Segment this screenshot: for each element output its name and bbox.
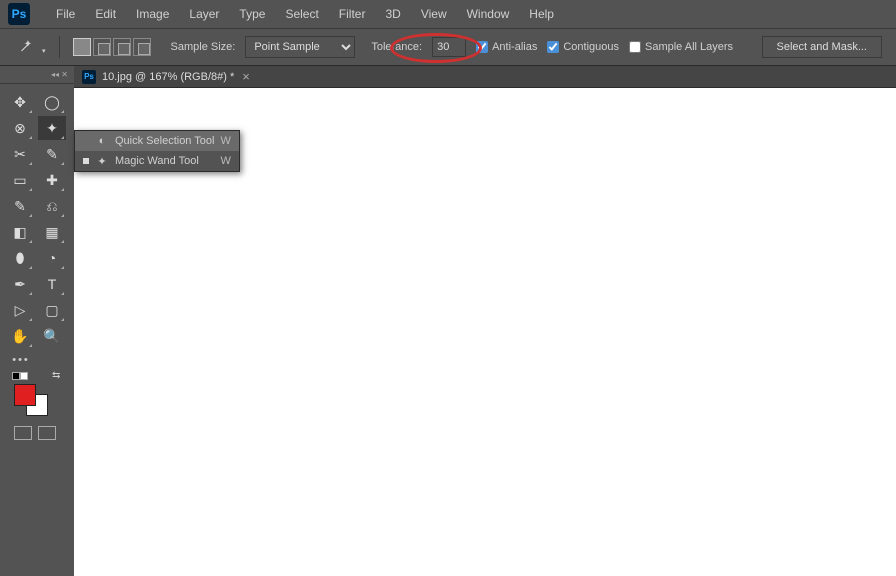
photoshop-file-icon: Ps [82, 70, 96, 84]
flyout-shortcut: W [220, 155, 230, 167]
hand-tool[interactable]: ✋ [6, 324, 34, 348]
type-tool[interactable]: T [38, 272, 66, 296]
menubar: Ps File Edit Image Layer Type Select Fil… [0, 0, 896, 28]
menu-select[interactable]: Select [275, 0, 328, 28]
tool-preset-dropdown[interactable]: ▾ [42, 47, 46, 55]
menu-edit[interactable]: Edit [85, 0, 126, 28]
document-title: 10.jpg @ 167% (RGB/8#) * [102, 71, 234, 83]
flyout-label: Quick Selection Tool [115, 135, 214, 147]
swap-colors-icon[interactable]: ⇆ [52, 370, 60, 381]
blur-tool[interactable]: ⬮ [6, 246, 34, 270]
dodge-tool[interactable]: ◔ [38, 246, 66, 270]
flyout-label: Magic Wand Tool [115, 155, 199, 167]
default-colors-icon[interactable] [12, 372, 20, 380]
panel-collapse[interactable]: ◂◂ ✕ [0, 66, 74, 84]
sample-size-select[interactable]: Point Sample [245, 36, 355, 58]
menu-image[interactable]: Image [126, 0, 179, 28]
photoshop-logo: Ps [8, 3, 30, 25]
selection-new-icon[interactable] [73, 38, 91, 56]
menu-layer[interactable]: Layer [179, 0, 229, 28]
flyout-quick-selection[interactable]: ◐ Quick Selection Tool W [75, 131, 239, 151]
eraser-tool[interactable]: ◧ [6, 220, 34, 244]
move-tool[interactable]: ✥ [6, 90, 34, 114]
antialias-checkbox[interactable]: Anti-alias [476, 41, 537, 53]
selection-intersect-icon[interactable] [133, 38, 151, 56]
menu-view[interactable]: View [411, 0, 457, 28]
gradient-tool[interactable]: ▦ [38, 220, 66, 244]
selection-add-icon[interactable] [93, 38, 111, 56]
document-tab[interactable]: Ps 10.jpg @ 167% (RGB/8#) * × [74, 66, 896, 88]
close-tab-icon[interactable]: × [242, 69, 250, 84]
screen-modes [0, 420, 74, 440]
frame-tool[interactable]: ▭ [6, 168, 34, 192]
menu-filter[interactable]: Filter [329, 0, 376, 28]
tolerance-input[interactable] [432, 37, 466, 57]
magic-wand-small-icon: ✦ [95, 155, 109, 168]
flyout-magic-wand[interactable]: ✦ Magic Wand Tool W [75, 151, 239, 171]
sample-all-layers-checkbox[interactable]: Sample All Layers [629, 41, 733, 53]
active-indicator [83, 158, 89, 164]
sample-size-label: Sample Size: [171, 41, 236, 53]
magic-wand-tool[interactable]: ✦ [38, 116, 66, 140]
path-select-tool[interactable]: ▷ [6, 298, 34, 322]
menu-type[interactable]: Type [229, 0, 275, 28]
lasso-tool[interactable]: ⊗ [6, 116, 34, 140]
select-and-mask-button[interactable]: Select and Mask... [762, 36, 883, 58]
quickmask-icon[interactable] [14, 426, 32, 440]
clone-stamp-tool[interactable]: ⎌ [38, 194, 66, 218]
flyout-shortcut: W [220, 135, 230, 147]
quick-selection-icon: ◐ [95, 135, 109, 147]
magic-wand-icon[interactable] [14, 36, 36, 58]
tool-flyout-menu: ◐ Quick Selection Tool W ✦ Magic Wand To… [74, 130, 240, 172]
zoom-tool[interactable]: 🔍 [38, 324, 66, 348]
color-swatches: ⇆ [0, 370, 74, 420]
screenmode-icon[interactable] [38, 426, 56, 440]
eyedropper-tool[interactable]: ✎ [38, 142, 66, 166]
options-bar: ▾ Sample Size: Point Sample Tolerance: A… [0, 28, 896, 66]
menu-file[interactable]: File [46, 0, 85, 28]
shape-tool[interactable]: ▢ [38, 298, 66, 322]
selection-mode-group [73, 38, 151, 56]
edit-toolbar[interactable]: ••• [6, 350, 36, 370]
contiguous-checkbox[interactable]: Contiguous [547, 41, 619, 53]
tolerance-label: Tolerance: [371, 41, 422, 53]
active-indicator [83, 138, 89, 144]
menu-help[interactable]: Help [519, 0, 564, 28]
brush-tool[interactable]: ✎ [6, 194, 34, 218]
menu-3d[interactable]: 3D [375, 0, 410, 28]
marquee-tool[interactable]: ◯ [38, 90, 66, 114]
menu-window[interactable]: Window [457, 0, 520, 28]
selection-subtract-icon[interactable] [113, 38, 131, 56]
default-colors-icon2 [20, 372, 28, 380]
pen-tool[interactable]: ✒ [6, 272, 34, 296]
foreground-color[interactable] [14, 384, 36, 406]
tools-panel: ◂◂ ✕ ✥ ◯ ⊗ ✦ ✂ ✎ ▭ ✚ ✎ ⎌ ◧ ▦ ⬮ ◔ ✒ T ▷ ▢… [0, 66, 74, 576]
healing-brush-tool[interactable]: ✚ [38, 168, 66, 192]
crop-tool[interactable]: ✂ [6, 142, 34, 166]
divider [59, 36, 60, 58]
